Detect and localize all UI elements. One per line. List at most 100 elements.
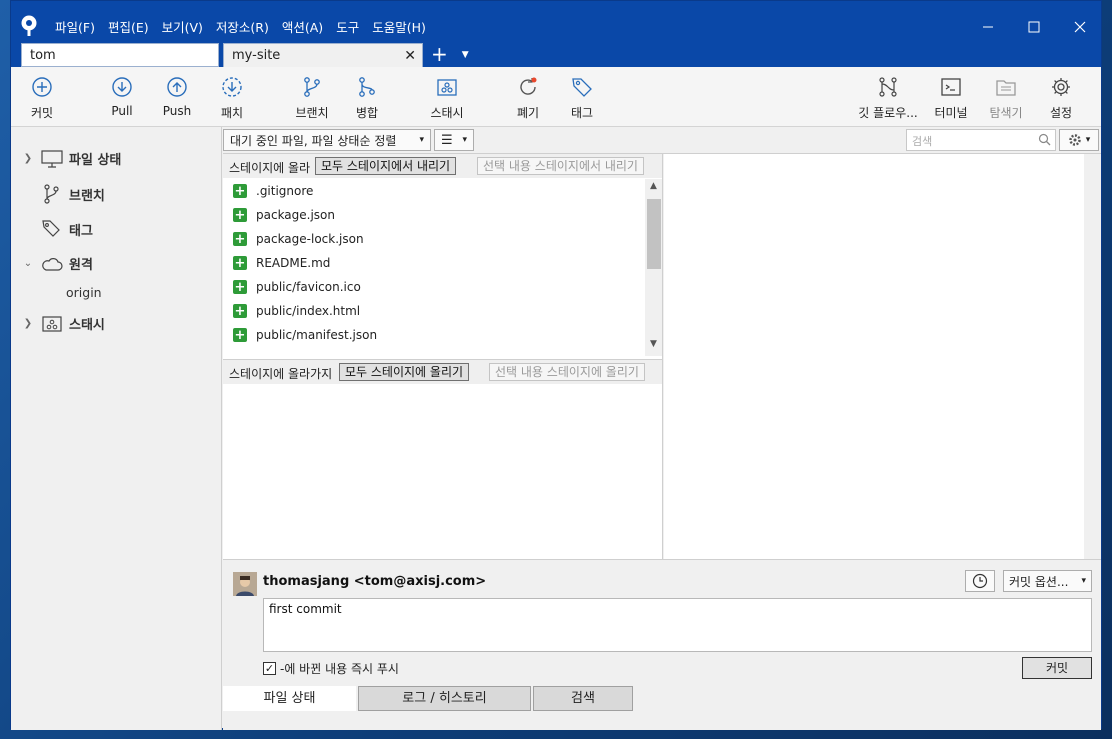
git-flow-button[interactable]: 깃 플로우... bbox=[857, 75, 919, 121]
commit-history-button[interactable] bbox=[965, 570, 995, 592]
checkbox-checked-icon[interactable]: ✓ bbox=[263, 662, 276, 675]
chevron-right-icon[interactable]: ❯ bbox=[21, 153, 35, 164]
sidebar-item-remotes[interactable]: ⌄ 원격 bbox=[21, 254, 93, 273]
close-window-button[interactable] bbox=[1057, 9, 1103, 45]
explorer-button[interactable]: 탐색기 bbox=[975, 75, 1037, 121]
view-mode-dropdown[interactable]: ☰ ▾ bbox=[434, 129, 474, 151]
toolbar-label: 브랜치 bbox=[295, 106, 329, 120]
file-added-icon: + bbox=[233, 231, 247, 247]
staged-title: 스테이지에 올라 bbox=[229, 161, 311, 175]
tab-file-status[interactable]: 파일 상태 bbox=[223, 686, 356, 711]
tab-dropdown-icon[interactable]: ▼ bbox=[462, 43, 469, 67]
commit-area: thomasjang <tom@axisj.com> 커밋 옵션... ▾ fi… bbox=[223, 559, 1101, 730]
fetch-button[interactable]: 패치 bbox=[201, 75, 263, 121]
stage-selected-button[interactable]: 선택 내용 스테이지에 올리기 bbox=[489, 363, 645, 381]
list-item[interactable]: + package.json bbox=[223, 203, 643, 227]
branch-button[interactable]: 브랜치 bbox=[281, 75, 343, 121]
menu-file[interactable]: 파일(F) bbox=[55, 17, 95, 36]
sidebar: ❯ 파일 상태 브랜치 태그 ⌄ 원격 origin ❯ 스태시 bbox=[11, 127, 222, 730]
list-item[interactable]: + public/favicon.ico bbox=[223, 275, 643, 299]
chevron-down-icon[interactable]: ⌄ bbox=[21, 258, 35, 269]
avatar bbox=[233, 572, 257, 596]
sidebar-item-label: 브랜치 bbox=[69, 188, 105, 204]
chevron-down-icon: ▾ bbox=[462, 135, 467, 145]
file-name: package.json bbox=[256, 208, 336, 222]
chevron-down-icon: ▾ bbox=[1085, 135, 1091, 145]
diff-scrollbar[interactable] bbox=[1084, 154, 1101, 559]
list-item[interactable]: + package-lock.json bbox=[223, 227, 643, 251]
tag-icon bbox=[572, 78, 592, 97]
toolbar-label: 터미널 bbox=[934, 106, 968, 120]
toolbar-label: 설정 bbox=[1049, 106, 1073, 120]
menu-tools[interactable]: 도구 bbox=[336, 17, 359, 36]
git-flow-icon bbox=[879, 77, 897, 97]
toolbar-label: 탐색기 bbox=[989, 106, 1023, 120]
tab-tom[interactable]: tom bbox=[21, 43, 219, 67]
commit-options-dropdown[interactable]: 커밋 옵션... ▾ bbox=[1003, 570, 1092, 592]
minimize-button[interactable] bbox=[965, 9, 1011, 45]
pull-button[interactable]: Pull bbox=[91, 75, 153, 118]
dropdown-value: 대기 중인 파일, 파일 상태순 정렬 bbox=[230, 133, 397, 148]
scroll-up-icon[interactable]: ▲ bbox=[645, 181, 662, 191]
list-item[interactable]: + public/manifest.json bbox=[223, 323, 643, 347]
tab-close-icon[interactable]: ✕ bbox=[404, 48, 416, 64]
checkbox-label: -에 바뀐 내용 즉시 푸시 bbox=[280, 662, 399, 676]
push-immediately-checkbox[interactable]: ✓ -에 바뀐 내용 즉시 푸시 bbox=[263, 660, 399, 677]
file-added-icon: + bbox=[233, 207, 247, 223]
commit-button[interactable]: 커밋 bbox=[1022, 657, 1092, 679]
toolbar-label: Pull bbox=[111, 104, 133, 118]
toolbar-label: 폐기 bbox=[516, 106, 540, 120]
merge-button[interactable]: 병합 bbox=[336, 75, 398, 121]
menu-repository[interactable]: 저장소(R) bbox=[216, 17, 269, 36]
unstage-all-button[interactable]: 모두 스테이지에서 내리기 bbox=[315, 157, 457, 175]
discard-button[interactable]: 폐기 bbox=[497, 75, 559, 121]
main-toolbar: 커밋 Pull Push 패치 브랜치 병합 스태시 폐기 태그 깃 플로우..… bbox=[11, 67, 1101, 127]
app-window: 파일(F) 편집(E) 보기(V) 저장소(R) 액션(A) 도구 도움말(H)… bbox=[10, 0, 1103, 730]
list-item[interactable]: + public/index.html bbox=[223, 299, 643, 323]
sidebar-item-file-status[interactable]: ❯ 파일 상태 bbox=[21, 149, 121, 168]
list-item[interactable]: + README.md bbox=[223, 251, 643, 275]
sidebar-item-tags[interactable]: 태그 bbox=[21, 219, 93, 239]
sidebar-item-label: 스태시 bbox=[69, 318, 105, 333]
search-input[interactable]: 검색 bbox=[906, 129, 1056, 151]
settings-button[interactable]: 설정 bbox=[1030, 75, 1092, 121]
maximize-button[interactable] bbox=[1011, 9, 1057, 45]
menu-view[interactable]: 보기(V) bbox=[162, 17, 203, 36]
file-added-icon: + bbox=[233, 327, 247, 343]
tag-button[interactable]: 태그 bbox=[551, 75, 613, 121]
sidebar-remote-origin[interactable]: origin bbox=[66, 285, 102, 300]
list-item[interactable]: + .gitignore bbox=[223, 179, 643, 203]
file-name: package-lock.json bbox=[256, 232, 364, 246]
file-name: public/index.html bbox=[256, 304, 361, 318]
stage-all-button[interactable]: 모두 스테이지에 올리기 bbox=[339, 363, 470, 381]
stash-button[interactable]: 스태시 bbox=[416, 75, 478, 121]
file-name: .gitignore bbox=[256, 184, 314, 198]
menu-help[interactable]: 도움말(H) bbox=[372, 17, 426, 36]
monitor-icon bbox=[41, 149, 63, 168]
merge-icon bbox=[359, 77, 375, 97]
scroll-down-icon[interactable]: ▼ bbox=[645, 339, 662, 349]
toolbar-label: Push bbox=[162, 104, 192, 118]
scroll-thumb[interactable] bbox=[647, 199, 661, 269]
file-name: public/favicon.ico bbox=[256, 280, 361, 294]
commit-message-input[interactable]: first commit bbox=[263, 598, 1092, 652]
sidebar-item-stashes[interactable]: ❯ 스태시 bbox=[21, 314, 105, 333]
commit-toolbar-button[interactable]: 커밋 bbox=[11, 75, 73, 121]
filter-settings-dropdown[interactable]: ▾ bbox=[1059, 129, 1099, 151]
sidebar-item-branches[interactable]: 브랜치 bbox=[21, 184, 105, 204]
commit-author: thomasjang <tom@axisj.com> bbox=[263, 574, 487, 589]
staged-scrollbar[interactable]: ▲ ▼ bbox=[645, 179, 662, 356]
terminal-button[interactable]: 터미널 bbox=[920, 75, 982, 121]
file-sort-dropdown[interactable]: 대기 중인 파일, 파일 상태순 정렬 ▾ bbox=[223, 129, 431, 151]
menu-edit[interactable]: 편집(E) bbox=[108, 17, 149, 36]
tab-log-history[interactable]: 로그 / 히스토리 bbox=[358, 686, 531, 711]
push-button[interactable]: Push bbox=[146, 75, 208, 118]
tab-my-site[interactable]: my-site ✕ bbox=[223, 43, 423, 67]
new-tab-plus-icon[interactable]: + bbox=[431, 43, 448, 67]
chevron-right-icon[interactable]: ❯ bbox=[21, 318, 35, 329]
chevron-down-icon: ▾ bbox=[1081, 576, 1086, 586]
tab-search[interactable]: 검색 bbox=[533, 686, 633, 711]
menu-actions[interactable]: 액션(A) bbox=[282, 17, 323, 36]
unstage-selected-button[interactable]: 선택 내용 스테이지에서 내리기 bbox=[477, 157, 644, 175]
clock-icon bbox=[972, 573, 988, 589]
